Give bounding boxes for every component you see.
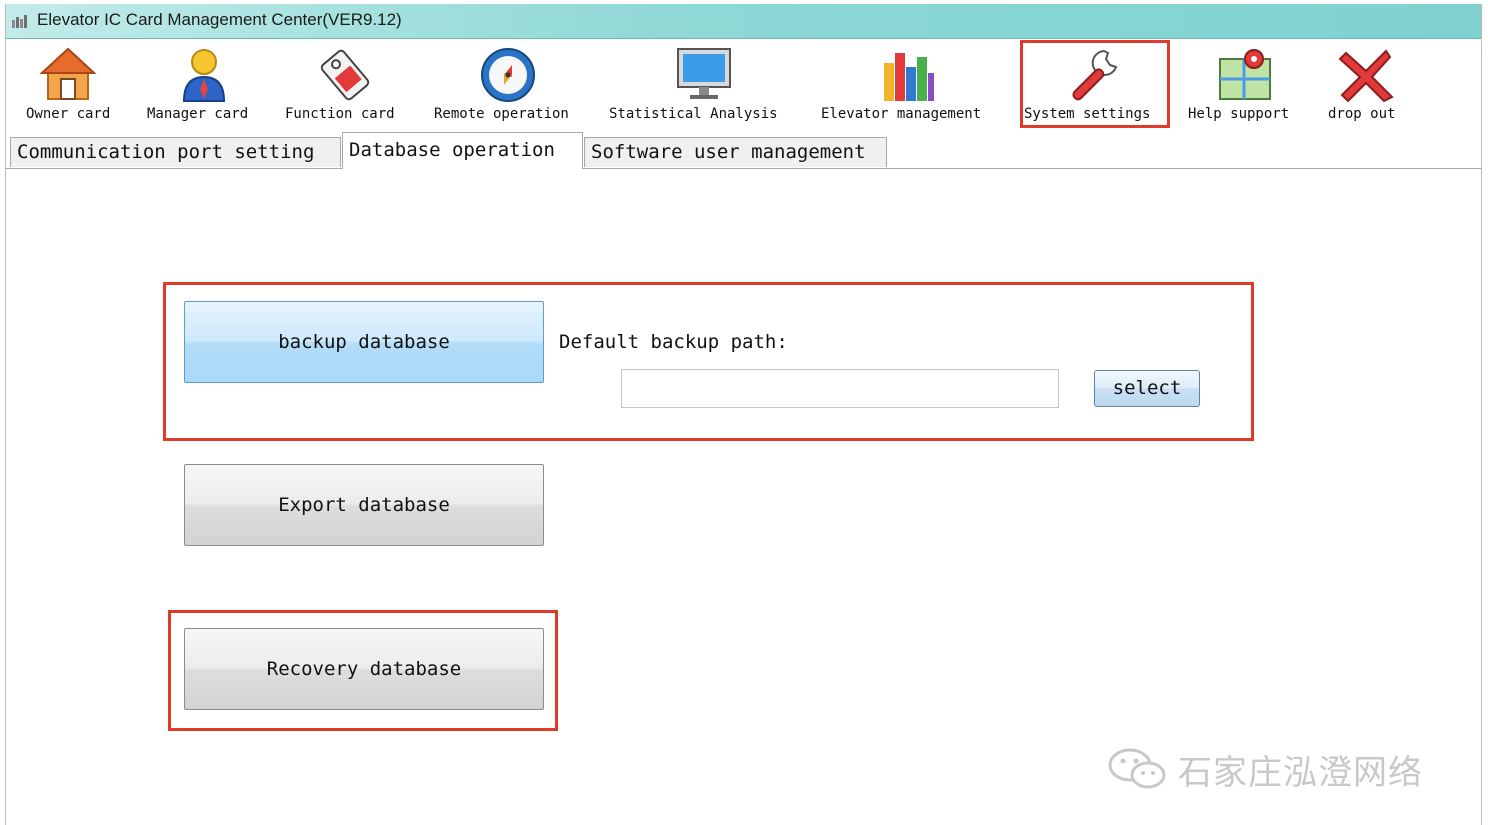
toolbar-manager-card[interactable]: Manager card [144,39,269,131]
toolbar-label: Manager card [147,106,249,122]
toolbar-label: Remote operation [434,106,569,122]
export-database-button[interactable]: Export database [184,464,544,546]
system-settings-highlight-frame [1020,40,1170,128]
window-title: Elevator IC Card Management Center(VER9.… [37,10,402,29]
toolbar-owner-card[interactable]: Owner card [16,39,136,131]
toolbar-label: Elevator management [821,106,982,122]
toolbar-statistical-analysis[interactable]: Statistical Analysis [602,39,802,131]
main-toolbar: Owner card Manager card Function card Re… [6,39,1481,131]
default-backup-path-label: Default backup path: [559,331,788,353]
tab-database-operation[interactable]: Database operation [342,132,583,169]
toolbar-elevator-management[interactable]: Elevator management [816,39,1006,131]
app-logo-icon [12,15,27,28]
watermark-text: 石家庄泓澄网络 [1178,753,1423,793]
tab-communication-port-setting[interactable]: Communication port setting [10,137,341,167]
recovery-database-button[interactable]: Recovery database [184,628,544,710]
toolbar-label: Help support [1188,106,1290,122]
select-path-button[interactable]: select [1094,370,1200,407]
toolbar-function-card[interactable]: Function card [278,39,413,131]
house-icon [39,47,97,100]
title-bar: Elevator IC Card Management Center(VER9.… [6,4,1481,39]
toolbar-label: Statistical Analysis [609,106,778,122]
toolbar-remote-operation[interactable]: Remote operation [426,39,586,131]
toolbar-label: Function card [285,106,395,122]
toolbar-help-support[interactable]: Help support [1182,39,1307,131]
toolbar-label: drop out [1328,106,1396,122]
tab-strip: Communication port setting Database oper… [6,132,1481,169]
backup-path-input[interactable] [621,369,1059,408]
building-chart-icon [884,53,934,101]
database-operation-panel: backup database Default backup path: sel… [6,169,1481,825]
tab-software-user-management[interactable]: Software user management [584,137,887,167]
map-pin-icon [1219,49,1271,100]
tag-card-icon [320,49,370,101]
manager-user-icon [182,49,226,102]
monitor-icon [677,48,731,99]
backup-database-button[interactable]: backup database [184,301,544,383]
red-x-icon [1338,49,1394,103]
toolbar-drop-out[interactable]: drop out [1320,39,1420,131]
app-window: Elevator IC Card Management Center(VER9.… [5,4,1482,825]
wechat-icon [1108,748,1166,789]
compass-icon [481,48,535,102]
toolbar-label: Owner card [26,106,111,122]
